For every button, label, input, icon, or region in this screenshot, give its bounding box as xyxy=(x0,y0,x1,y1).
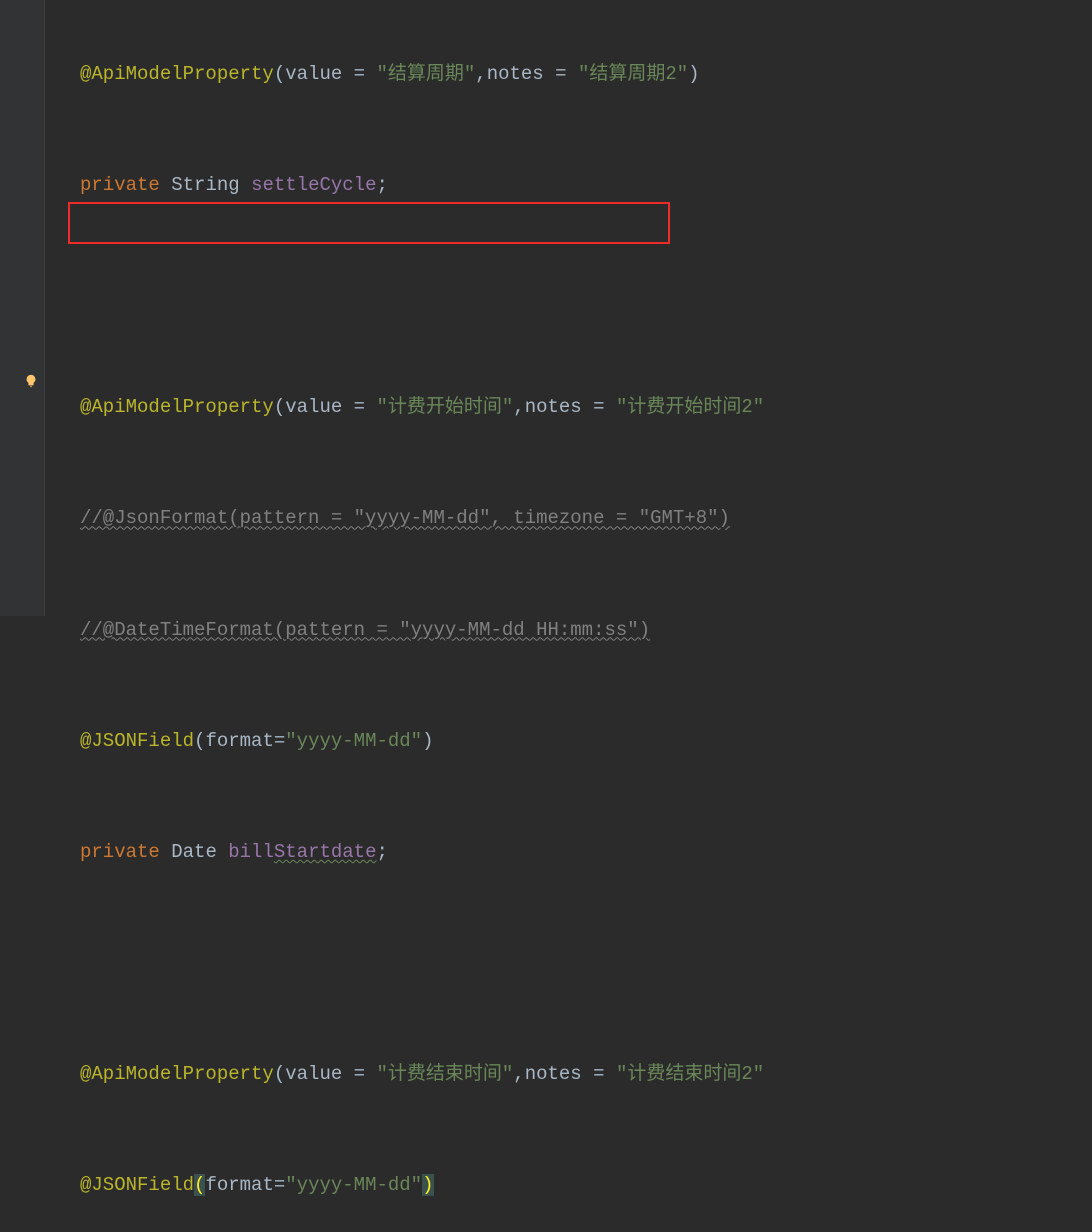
param-name: format xyxy=(205,730,273,752)
string-literal: "yyyy-MM-dd" xyxy=(285,1174,422,1196)
code-line: //@DateTimeFormat(pattern = "yyyy-MM-dd … xyxy=(80,612,1092,649)
param-name: value xyxy=(285,1063,342,1085)
keyword: private xyxy=(80,174,160,196)
paren: ( xyxy=(194,730,205,752)
string-literal: "计费开始时间2" xyxy=(616,396,764,418)
comment: //@JsonFormat(pattern = "yyyy-MM-dd", ti… xyxy=(80,507,730,529)
field-prefix: bill xyxy=(228,841,274,863)
comma: , xyxy=(475,63,486,85)
operator: = xyxy=(582,1063,616,1085)
param-name: notes xyxy=(487,63,544,85)
param-name: value xyxy=(285,396,342,418)
code-line: //@JsonFormat(pattern = "yyyy-MM-dd", ti… xyxy=(80,500,1092,537)
empty-line xyxy=(80,945,1092,982)
operator: = xyxy=(342,1063,376,1085)
string-literal: "结算周期2" xyxy=(578,63,688,85)
code-line: @ApiModelProperty(value = "计费开始时间",notes… xyxy=(80,389,1092,426)
operator: = xyxy=(544,63,578,85)
operator: = xyxy=(274,1174,285,1196)
keyword: private xyxy=(80,841,160,863)
type: Date xyxy=(171,841,217,863)
semicolon: ; xyxy=(376,174,387,196)
param-name: value xyxy=(285,63,342,85)
field-suffix: Startdate xyxy=(274,841,377,863)
empty-line xyxy=(80,278,1092,315)
annotation-text: @ApiModelProperty xyxy=(80,396,274,418)
code-line: @ApiModelProperty(value = "结算周期",notes =… xyxy=(80,56,1092,93)
operator: = xyxy=(342,63,376,85)
code-line: @JSONField(format="yyyy-MM-dd") xyxy=(80,1167,1092,1204)
editor-gutter xyxy=(0,0,45,616)
code-line: @JSONField(format="yyyy-MM-dd") xyxy=(80,723,1092,760)
comment: //@DateTimeFormat(pattern = "yyyy-MM-dd … xyxy=(80,619,650,641)
paren-highlighted: ( xyxy=(194,1174,205,1196)
code-line: @ApiModelProperty(value = "计费结束时间",notes… xyxy=(80,1056,1092,1093)
type: String xyxy=(171,174,239,196)
lightbulb-icon[interactable] xyxy=(24,365,38,379)
string-literal: "计费开始时间" xyxy=(376,396,513,418)
param-name: notes xyxy=(525,1063,582,1085)
paren: ) xyxy=(422,730,433,752)
annotation-text: @JSONField xyxy=(80,1174,194,1196)
paren: ) xyxy=(688,63,699,85)
paren: ( xyxy=(274,63,285,85)
code-line: private String settleCycle; xyxy=(80,167,1092,204)
operator: = xyxy=(582,396,616,418)
string-literal: "计费结束时间" xyxy=(376,1063,513,1085)
field-name: billStartdate xyxy=(228,841,376,863)
field-name: settleCycle xyxy=(251,174,376,196)
param-name: format xyxy=(205,1174,273,1196)
string-literal: "结算周期" xyxy=(376,63,475,85)
paren: ( xyxy=(274,1063,285,1085)
annotation-text: @JSONField xyxy=(80,730,194,752)
code-line: private Date billStartdate; xyxy=(80,834,1092,871)
comma: , xyxy=(513,1063,524,1085)
annotation-text: @ApiModelProperty xyxy=(80,1063,274,1085)
comma: , xyxy=(513,396,524,418)
operator: = xyxy=(274,730,285,752)
paren: ( xyxy=(274,396,285,418)
string-literal: "计费结束时间2" xyxy=(616,1063,764,1085)
code-editor[interactable]: @ApiModelProperty(value = "结算周期",notes =… xyxy=(45,0,1092,1232)
operator: = xyxy=(342,396,376,418)
annotation-text: @ApiModelProperty xyxy=(80,63,274,85)
paren-highlighted: ) xyxy=(422,1174,433,1196)
param-name: notes xyxy=(525,396,582,418)
semicolon: ; xyxy=(376,841,387,863)
string-literal: "yyyy-MM-dd" xyxy=(285,730,422,752)
